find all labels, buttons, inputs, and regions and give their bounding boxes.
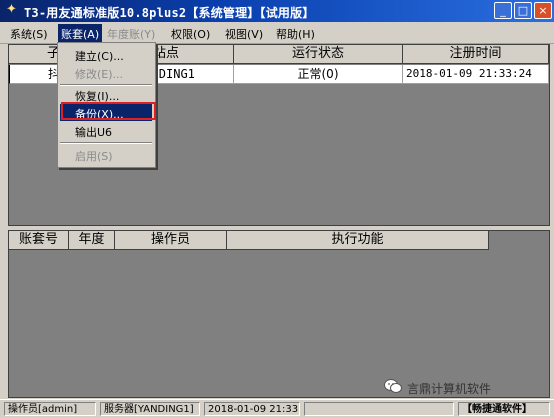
close-button[interactable]: × [534, 2, 552, 19]
maximize-button[interactable]: □ [514, 2, 532, 19]
menu-separator [60, 84, 152, 86]
menu-account[interactable]: 账套(A) [58, 24, 103, 44]
status-empty [304, 402, 454, 416]
status-server: 服务器[YANDING1] [100, 402, 200, 416]
menu-item-enable[interactable]: 启用(S) [75, 148, 113, 164]
column-header[interactable]: 操作员 [115, 231, 227, 250]
menu-system[interactable]: 系统(S) [10, 26, 48, 42]
status-datetime: 2018-01-09 21:33 [204, 402, 300, 416]
menu-separator [60, 142, 152, 144]
menu-item-export-u6[interactable]: 输出U6 [75, 124, 112, 140]
title-bar[interactable]: ✦ T3-用友通标准版10.8plus2【系统管理】【试用版】 _ □ × [0, 0, 554, 22]
status-operator: 操作员[admin] [4, 402, 96, 416]
menu-help[interactable]: 帮助(H) [276, 26, 315, 42]
annotation-highlight-box [61, 102, 156, 120]
menu-permission[interactable]: 权限(O) [171, 26, 210, 42]
status-brand: 【畅捷通软件】 [458, 402, 550, 416]
menu-view[interactable]: 视图(V) [225, 26, 263, 42]
column-header[interactable]: 账套号 [9, 231, 69, 250]
status-bar: 操作员[admin] 服务器[YANDING1] 2018-01-09 21:3… [0, 399, 554, 418]
app-icon: ✦ [6, 2, 17, 17]
menu-item-create[interactable]: 建立(C)... [75, 48, 124, 64]
column-header[interactable]: 年度 [69, 231, 115, 250]
minimize-button[interactable]: _ [494, 2, 512, 19]
column-header[interactable]: 执行功能 [227, 231, 489, 250]
table-cell[interactable]: 2018-01-09 21:33:24 [403, 65, 549, 84]
table-cell[interactable]: 正常(0) [234, 65, 403, 84]
menu-item-modify[interactable]: 修改(E)... [75, 66, 123, 82]
task-table: 账套号 年度 操作员 执行功能 [8, 230, 550, 398]
chat-icon [384, 379, 402, 393]
window-title: T3-用友通标准版10.8plus2【系统管理】【试用版】 [24, 6, 315, 20]
menu-bar: 系统(S) 账套(A) 年度账(Y) 权限(O) 视图(V) 帮助(H) [0, 23, 554, 44]
menu-year-account[interactable]: 年度账(Y) [107, 26, 155, 42]
column-header[interactable]: 注册时间 [403, 45, 549, 64]
column-header[interactable]: 运行状态 [234, 45, 403, 64]
watermark-text: 言鼎计算机软件 [407, 382, 492, 396]
app-window: ✦ T3-用友通标准版10.8plus2【系统管理】【试用版】 _ □ × 系统… [0, 0, 554, 418]
